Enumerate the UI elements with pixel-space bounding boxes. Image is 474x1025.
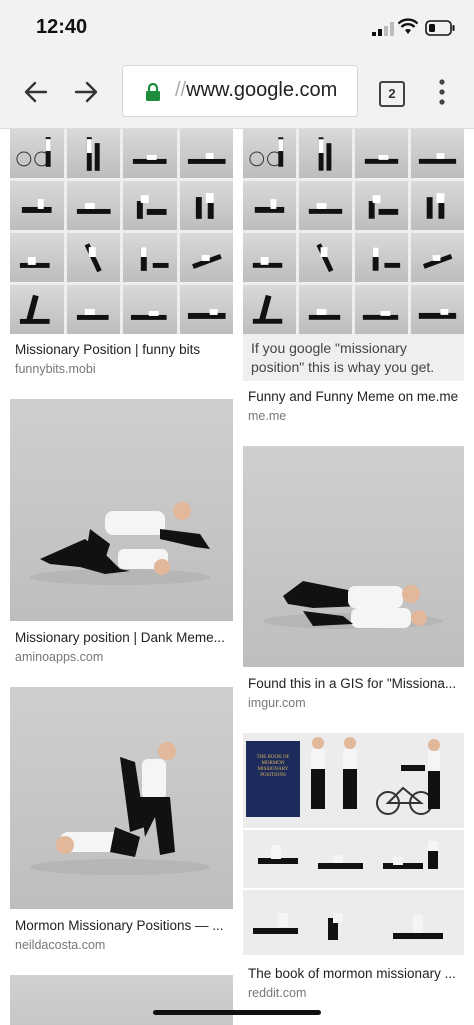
result-title[interactable]: Missionary Position | funny bits: [15, 342, 200, 357]
address-bar[interactable]: //www.google.com: [122, 65, 358, 117]
back-button[interactable]: [18, 74, 54, 110]
result-image[interactable]: [10, 399, 233, 621]
signal-icon: [372, 22, 394, 36]
image-grid: [10, 129, 233, 334]
meme-caption: If you google "missionary position" this…: [251, 340, 435, 375]
photo-illustration: [263, 581, 443, 629]
result-title[interactable]: Mormon Missionary Positions — ...: [15, 918, 224, 933]
overflow-menu-icon[interactable]: [436, 78, 448, 106]
lock-icon: [146, 83, 160, 101]
result-image[interactable]: [243, 446, 464, 667]
wifi-icon: [398, 18, 418, 34]
url-text: //www.google.com: [175, 79, 338, 101]
result-site: imgur.com: [248, 696, 306, 710]
status-bar: 12:40: [0, 0, 474, 56]
result-image[interactable]: THE BOOK OF MORMON MISSIONARY POSITIONS: [243, 733, 464, 955]
result-image[interactable]: If you google "missionary position" this…: [243, 129, 464, 381]
forward-arrow-icon: [74, 81, 98, 103]
result-site: aminoapps.com: [15, 650, 104, 664]
result-title[interactable]: The book of mormon missionary ...: [248, 966, 456, 981]
result-image[interactable]: [10, 975, 233, 1025]
photo-illustration: [243, 737, 464, 940]
result-title[interactable]: Found this in a GIS for "Missiona...: [248, 676, 456, 691]
tab-switcher-button[interactable]: 2: [379, 81, 405, 107]
result-title[interactable]: Funny and Funny Meme on me.me: [248, 389, 458, 404]
result-title[interactable]: Missionary position | Dank Meme...: [15, 630, 225, 645]
result-site: reddit.com: [248, 986, 307, 1000]
image-grid: [243, 129, 464, 334]
result-image[interactable]: [10, 687, 233, 909]
result-site: me.me: [248, 409, 287, 423]
home-indicator: [153, 1010, 321, 1015]
photo-illustration: [30, 502, 210, 585]
battery-icon: [425, 20, 455, 36]
status-time: 12:40: [36, 16, 88, 38]
result-site: neildacosta.com: [15, 938, 106, 952]
forward-button[interactable]: [68, 74, 104, 110]
photo-illustration: [30, 742, 210, 875]
browser-toolbar: //www.google.com 2: [0, 56, 474, 129]
result-site: funnybits.mobi: [15, 362, 96, 376]
back-arrow-icon: [24, 81, 48, 103]
result-image[interactable]: [10, 129, 233, 334]
